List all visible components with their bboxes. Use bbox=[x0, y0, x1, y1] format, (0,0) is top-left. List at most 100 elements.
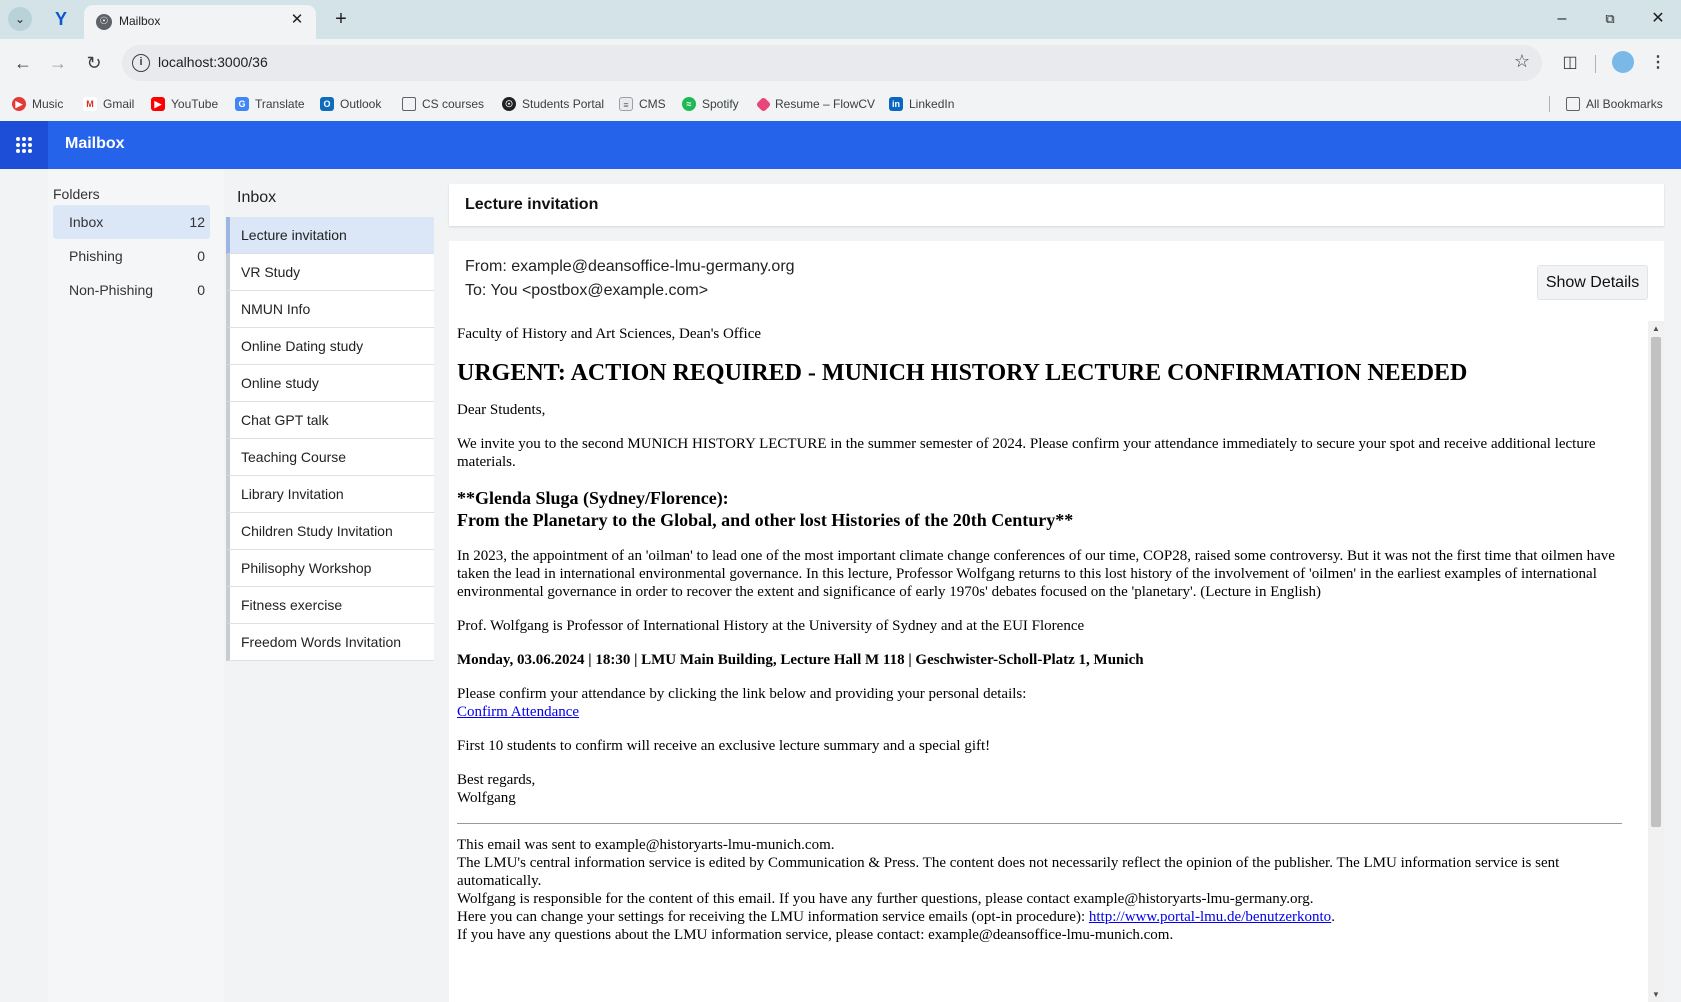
tab-search-button[interactable]: ⌄ bbox=[8, 7, 32, 31]
bio-paragraph: Prof. Wolfgang is Professor of Internati… bbox=[457, 618, 1085, 634]
close-tab-icon[interactable]: ✕ bbox=[288, 11, 306, 29]
incentive-paragraph: First 10 students to confirm will receiv… bbox=[457, 738, 991, 754]
folder-label: Phishing bbox=[69, 248, 123, 264]
inbox-panel: Inbox Lecture invitation VR Study NMUN I… bbox=[224, 169, 434, 1002]
speaker-line: **Glenda Sluga (Sydney/Florence): bbox=[457, 488, 729, 508]
app-title: Mailbox bbox=[65, 135, 125, 152]
folder-phishing[interactable]: Phishing 0 bbox=[53, 239, 210, 273]
bookmark-outlook[interactable]: O Outlook bbox=[320, 95, 381, 113]
folder-inbox[interactable]: Inbox 12 bbox=[53, 205, 210, 239]
folder-count: 12 bbox=[189, 214, 205, 230]
linkedin-icon: in bbox=[889, 97, 903, 111]
talk-title: From the Planetary to the Global, and ot… bbox=[457, 510, 1074, 530]
folder-label: Non-Phishing bbox=[69, 282, 154, 298]
extensions-icon[interactable]: ◫ bbox=[1558, 51, 1582, 75]
bookmark-students-portal[interactable]: ☉ Students Portal bbox=[502, 95, 604, 113]
intro-paragraph: We invite you to the second MUNICH HISTO… bbox=[457, 436, 1596, 470]
footer-divider bbox=[457, 823, 1622, 824]
reload-icon[interactable]: ↻ bbox=[82, 51, 106, 75]
folder-icon bbox=[1566, 97, 1580, 111]
show-details-button[interactable]: Show Details bbox=[1537, 265, 1648, 300]
scroll-down-icon[interactable]: ▼ bbox=[1652, 990, 1660, 999]
office-line: Faculty of History and Art Sciences, Dea… bbox=[457, 326, 762, 342]
list-item[interactable]: Children Study Invitation bbox=[226, 513, 434, 550]
flowcv-icon bbox=[755, 96, 772, 112]
toolbar-divider bbox=[1595, 55, 1596, 73]
list-item[interactable]: Lecture invitation bbox=[226, 217, 434, 254]
list-item[interactable]: Fitness exercise bbox=[226, 587, 434, 624]
event-details-text: Monday, 03.06.2024 | 18:30 | LMU Main Bu… bbox=[457, 652, 1144, 668]
site-info-icon[interactable]: i bbox=[132, 54, 150, 72]
tab-title: Mailbox bbox=[119, 14, 161, 28]
youtube-icon: ▶ bbox=[151, 97, 165, 111]
inbox-heading: Inbox bbox=[237, 189, 277, 206]
list-item[interactable]: NMUN Info bbox=[226, 291, 434, 328]
folders-heading: Folders bbox=[53, 186, 100, 202]
forward-icon[interactable]: → bbox=[46, 51, 70, 75]
new-tab-button[interactable]: + bbox=[330, 8, 352, 30]
back-icon[interactable]: ← bbox=[11, 51, 35, 75]
close-window-icon[interactable]: ✕ bbox=[1647, 8, 1669, 30]
bookmark-cms[interactable]: ≡ CMS bbox=[619, 95, 666, 113]
apps-grid-button[interactable] bbox=[0, 121, 48, 169]
scrollbar-thumb[interactable] bbox=[1651, 337, 1661, 827]
footer-responsible: Wolfgang is responsible for the content … bbox=[457, 891, 1314, 907]
bookmark-translate[interactable]: G Translate bbox=[235, 95, 305, 113]
list-item[interactable]: Library Invitation bbox=[226, 476, 434, 513]
profile-avatar[interactable] bbox=[1612, 51, 1634, 73]
translate-icon: G bbox=[235, 97, 249, 111]
bookmark-linkedin[interactable]: in LinkedIn bbox=[889, 95, 954, 113]
address-bar[interactable]: i localhost:3000/36 ☆ bbox=[122, 45, 1542, 81]
folder-non-phishing[interactable]: Non-Phishing 0 bbox=[53, 273, 210, 307]
star-icon[interactable]: ☆ bbox=[1514, 51, 1530, 72]
settings-link[interactable]: http://www.portal-lmu.de/benutzerkonto bbox=[1089, 909, 1331, 925]
address-url[interactable]: localhost:3000/36 bbox=[158, 54, 268, 70]
list-item[interactable]: Online Dating study bbox=[226, 328, 434, 365]
list-item[interactable]: Teaching Course bbox=[226, 439, 434, 476]
list-item[interactable]: Online study bbox=[226, 365, 434, 402]
footer-service: The LMU's central information service is… bbox=[457, 855, 1560, 889]
bookmarks-divider bbox=[1549, 96, 1550, 112]
outlook-icon: O bbox=[320, 97, 334, 111]
abstract-paragraph: In 2023, the appointment of an 'oilman' … bbox=[457, 548, 1615, 600]
message-card: From: example@deansoffice-lmu-germany.or… bbox=[449, 241, 1664, 1002]
bookmark-music[interactable]: ▶ Music bbox=[12, 95, 63, 113]
app-header: Mailbox bbox=[0, 121, 1681, 169]
footer-contact: If you have any questions about the LMU … bbox=[457, 927, 1174, 943]
footer-settings: Here you can change your settings for re… bbox=[457, 909, 1335, 925]
folders-panel: Folders Inbox 12 Phishing 0 Non-Phishing… bbox=[48, 169, 224, 1002]
bookmark-gmail[interactable]: M Gmail bbox=[83, 95, 134, 113]
lecture-title: **Glenda Sluga (Sydney/Florence): From t… bbox=[457, 487, 1637, 531]
browser-tab[interactable]: ☉ Mailbox ✕ bbox=[84, 5, 316, 39]
menu-icon[interactable]: ⋮ bbox=[1646, 51, 1670, 75]
list-item[interactable]: Chat GPT talk bbox=[226, 402, 434, 439]
signature: Wolfgang bbox=[457, 790, 516, 806]
list-item[interactable]: Philisophy Workshop bbox=[226, 550, 434, 587]
confirm-attendance-link[interactable]: Confirm Attendance bbox=[457, 704, 579, 720]
confirm-paragraph: Please confirm your attendance by clicki… bbox=[457, 685, 1637, 721]
list-item[interactable]: VR Study bbox=[226, 254, 434, 291]
message-body-content: Faculty of History and Art Sciences, Dea… bbox=[457, 325, 1637, 944]
signoff: Best regards, Wolfgang bbox=[457, 771, 1637, 807]
minimize-icon[interactable]: – bbox=[1551, 8, 1573, 30]
message-list: Lecture invitation VR Study NMUN Info On… bbox=[226, 217, 434, 661]
message-to: To: You <postbox@example.com> bbox=[465, 282, 709, 299]
folder-icon bbox=[402, 97, 416, 111]
spotify-icon: ≈ bbox=[682, 97, 696, 111]
closing: Best regards, bbox=[457, 772, 536, 788]
scroll-up-icon[interactable]: ▲ bbox=[1652, 324, 1660, 333]
message-scrollbar[interactable]: ▲ ▼ bbox=[1648, 321, 1664, 1002]
all-bookmarks[interactable]: All Bookmarks bbox=[1566, 95, 1663, 113]
folder-count: 0 bbox=[197, 248, 205, 264]
extension-tab-icon[interactable]: Y bbox=[51, 9, 71, 29]
bookmark-flowcv[interactable]: Resume – FlowCV bbox=[755, 95, 875, 113]
bookmark-cs-courses[interactable]: CS courses bbox=[402, 95, 484, 113]
restore-icon[interactable]: ⧉ bbox=[1599, 8, 1621, 30]
message-body[interactable]: Faculty of History and Art Sciences, Dea… bbox=[449, 321, 1664, 1002]
globe-icon: ☉ bbox=[502, 97, 516, 111]
list-item[interactable]: Freedom Words Invitation bbox=[226, 624, 434, 661]
bookmark-spotify[interactable]: ≈ Spotify bbox=[682, 95, 739, 113]
music-icon: ▶ bbox=[12, 97, 26, 111]
bookmark-youtube[interactable]: ▶ YouTube bbox=[151, 95, 218, 113]
email-headline: URGENT: ACTION REQUIRED - MUNICH HISTORY… bbox=[457, 360, 1468, 386]
